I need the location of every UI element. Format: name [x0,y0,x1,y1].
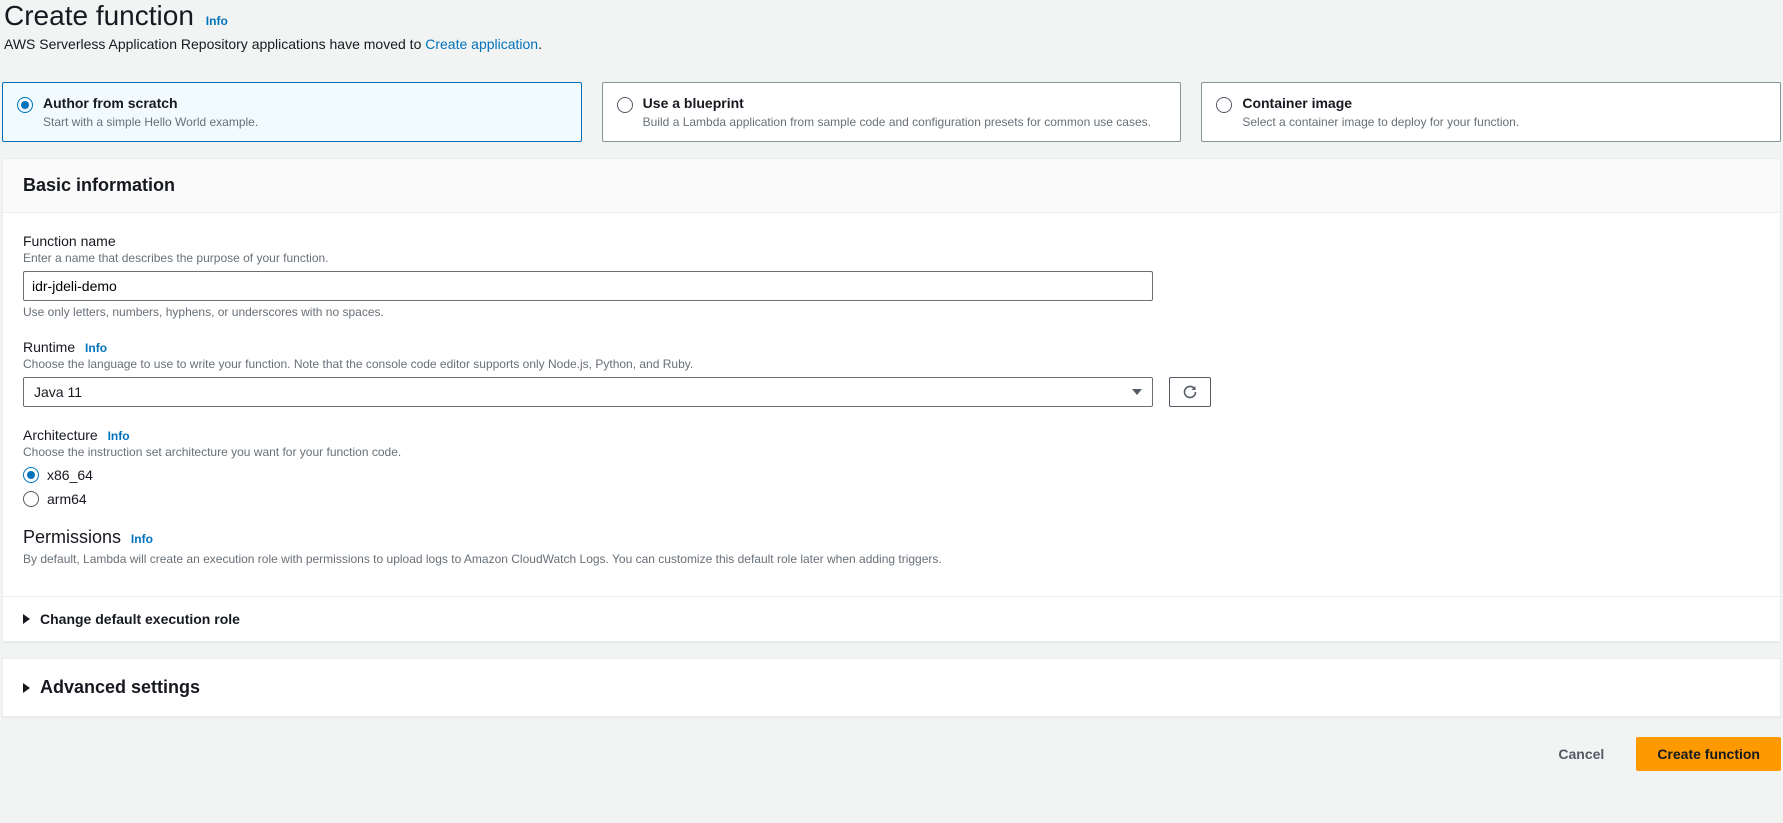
permissions-label: Permissions [23,527,121,547]
architecture-info-link[interactable]: Info [108,429,130,443]
advanced-settings-label: Advanced settings [40,677,200,698]
create-application-link[interactable]: Create application [425,36,538,52]
runtime-hint: Choose the language to use to write your… [23,357,1760,371]
subdesc-suffix: . [538,36,542,52]
panel-header: Basic information [3,159,1780,213]
architecture-hint: Choose the instruction set architecture … [23,445,1760,459]
radio-icon [23,467,39,483]
architecture-option-x86-64[interactable]: x86_64 [23,467,1760,483]
function-name-field: Function name Enter a name that describe… [23,233,1760,319]
page-title: Create function [4,0,194,31]
page-info-link[interactable]: Info [206,14,228,28]
option-use-blueprint[interactable]: Use a blueprint Build a Lambda applicati… [602,82,1182,142]
runtime-refresh-button[interactable] [1169,377,1211,407]
caret-right-icon [23,683,30,693]
cancel-button[interactable]: Cancel [1538,737,1624,771]
function-name-constraint: Use only letters, numbers, hyphens, or u… [23,305,1760,319]
option-container-image[interactable]: Container image Select a container image… [1201,82,1781,142]
chevron-down-icon [1132,389,1142,395]
architecture-field: Architecture Info Choose the instruction… [23,427,1760,507]
option-author-from-scratch[interactable]: Author from scratch Start with a simple … [2,82,582,142]
permissions-desc: By default, Lambda will create an execut… [23,552,1760,566]
runtime-field: Runtime Info Choose the language to use … [23,339,1760,407]
create-function-button[interactable]: Create function [1636,737,1781,771]
runtime-label: Runtime [23,339,75,355]
basic-information-panel: Basic information Function name Enter a … [2,158,1781,642]
option-sub: Select a container image to deploy for y… [1242,115,1519,129]
radio-icon [17,97,33,113]
function-name-input[interactable] [23,271,1153,301]
radio-icon [617,97,633,113]
architecture-option-label: x86_64 [47,467,93,483]
function-name-label: Function name [23,233,1760,249]
subdesc-prefix: AWS Serverless Application Repository ap… [4,36,425,52]
permissions-info-link[interactable]: Info [131,532,153,546]
permissions-section: Permissions Info By default, Lambda will… [23,527,1760,566]
refresh-icon [1182,384,1198,400]
option-title: Container image [1242,95,1519,111]
change-execution-role-toggle[interactable]: Change default execution role [3,596,1780,641]
authoring-options: Author from scratch Start with a simple … [2,82,1781,142]
option-title: Author from scratch [43,95,258,111]
advanced-settings-toggle[interactable]: Advanced settings [2,658,1781,717]
basic-information-heading: Basic information [23,175,1760,196]
footer-actions: Cancel Create function [2,733,1781,785]
runtime-info-link[interactable]: Info [85,341,107,355]
architecture-option-arm64[interactable]: arm64 [23,491,1760,507]
runtime-select[interactable]: Java 11 [23,377,1153,407]
caret-right-icon [23,614,30,624]
page-subdesc: AWS Serverless Application Repository ap… [4,36,1781,52]
runtime-value: Java 11 [34,384,82,400]
architecture-label: Architecture [23,427,98,443]
radio-icon [23,491,39,507]
change-execution-role-label: Change default execution role [40,611,240,627]
option-title: Use a blueprint [643,95,1151,111]
radio-icon [1216,97,1232,113]
architecture-option-label: arm64 [47,491,87,507]
option-sub: Start with a simple Hello World example. [43,115,258,129]
function-name-hint: Enter a name that describes the purpose … [23,251,1760,265]
option-sub: Build a Lambda application from sample c… [643,115,1151,129]
